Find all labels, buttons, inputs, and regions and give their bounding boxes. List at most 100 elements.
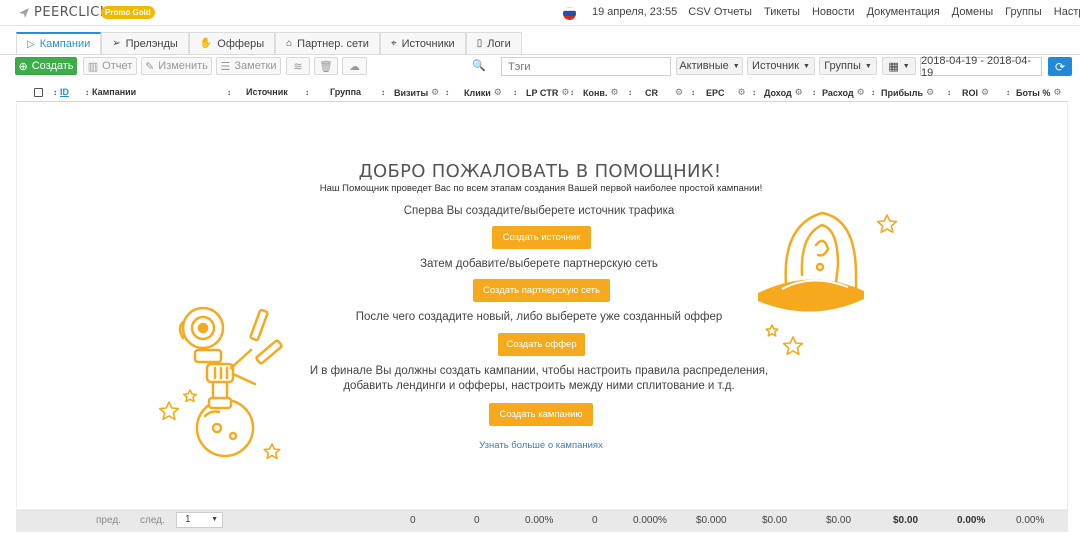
col-bots[interactable]: ↕ Боты % ⚙: [1006, 87, 1061, 98]
step1-text: Сперва Вы создадите/выберете источник тр…: [403, 205, 675, 217]
date-range-input[interactable]: 2018-04-19 - 2018-04-19: [920, 55, 1042, 79]
col-roi[interactable]: ↕ ROI ⚙: [947, 87, 989, 98]
nav-domains[interactable]: Домены: [952, 6, 993, 18]
create-offer-button[interactable]: Создать оффер: [498, 333, 585, 356]
datetime: 19 апреля, 23:55: [592, 6, 678, 18]
gear-icon[interactable]: ⚙: [857, 87, 865, 98]
col-conversions[interactable]: ↕ Конв. ⚙: [570, 87, 619, 98]
create-affiliate-network-button[interactable]: Создать партнерскую сеть: [473, 279, 610, 302]
sort-icon: ↕: [445, 88, 449, 97]
nav-tickets[interactable]: Тикеты: [764, 6, 800, 18]
col-cost[interactable]: ↕ Расход ⚙: [812, 87, 865, 98]
col-source[interactable]: ↕ Источник: [227, 87, 288, 97]
upload-button[interactable]: ☁: [342, 57, 367, 75]
tab-logs[interactable]: ▯ Логи: [465, 32, 522, 54]
col-profit[interactable]: ↕ Прибыль ⚙: [871, 87, 934, 98]
play-icon: ▷: [27, 38, 35, 50]
notes-button[interactable]: ☰ Заметки: [216, 57, 281, 75]
prev-page-link[interactable]: пред.: [96, 515, 121, 526]
gear-icon[interactable]: ⚙: [610, 87, 618, 98]
page-select[interactable]: 1 ▼: [176, 512, 223, 528]
columns-dropdown[interactable]: ▦ ▼: [882, 57, 916, 75]
gear-icon[interactable]: ⚙: [561, 87, 569, 98]
table-footer: пред. след. 1 ▼ 0 0 0.00% 0 0.000% $0.00…: [16, 509, 1068, 532]
gear-icon[interactable]: ⚙: [431, 87, 439, 98]
active-filter-dropdown[interactable]: Активные ▼: [676, 57, 743, 75]
col-visits[interactable]: ↕ Визиты ⚙: [381, 87, 439, 98]
col-group[interactable]: ↕ Группа: [305, 87, 361, 97]
total-roi: 0.00%: [957, 515, 986, 526]
promo-badge: Promo Gold: [101, 6, 155, 19]
total-bots: 0.00%: [1016, 515, 1045, 526]
search-tag-icons: 🔍: [472, 59, 486, 72]
total-profit: $0.00: [893, 515, 919, 526]
tab-prelanders[interactable]: ➢ Прелэнды: [101, 32, 189, 54]
layers-button[interactable]: ≋: [286, 57, 310, 75]
pencil-icon: ✎: [145, 60, 155, 73]
sort-icon: ↕: [227, 87, 231, 97]
nav-csv-reports[interactable]: CSV Отчеты: [688, 6, 752, 18]
paper-plane-icon: ➢: [112, 38, 121, 49]
sort-icon: ↕: [305, 87, 309, 97]
nav-docs[interactable]: Документация: [867, 6, 940, 18]
gear-icon[interactable]: ⚙: [926, 87, 934, 98]
source-filter-dropdown[interactable]: Источник ▼: [747, 57, 815, 75]
tab-sources[interactable]: ⌖ Источники: [379, 32, 466, 54]
gear-icon[interactable]: ⚙: [795, 87, 803, 98]
gear-icon[interactable]: ⚙: [494, 87, 502, 98]
create-button[interactable]: ⊕ Создать: [15, 57, 77, 75]
select-all-checkbox[interactable]: [34, 88, 43, 97]
delete-button[interactable]: 🗑: [314, 57, 338, 75]
caret-down-icon: ▼: [732, 62, 740, 70]
step4-text-line2: добавить лендинги и офферы, настроить ме…: [343, 380, 735, 392]
crosshair-icon: ⌖: [390, 38, 397, 49]
main-tabs: ▷ Кампании ➢ Прелэнды ✋ Офферы ⌂ Партнер…: [16, 32, 522, 54]
cloud-upload-icon: ☁: [349, 60, 360, 73]
refresh-icon: ⟳: [1054, 59, 1066, 74]
col-epc[interactable]: ↕ EPC ⚙: [691, 87, 746, 98]
refresh-button[interactable]: ⟳: [1048, 57, 1072, 76]
gear-icon[interactable]: ⚙: [738, 87, 746, 98]
logo[interactable]: PEERCLICK: [18, 5, 109, 20]
sort-icon: ↕: [628, 88, 632, 97]
nav-groups[interactable]: Группы: [1005, 6, 1042, 18]
logo-text: PEERCLICK: [34, 5, 109, 20]
gear-icon[interactable]: ⚙: [1053, 87, 1061, 98]
col-revenue[interactable]: ↕ Доход ⚙: [752, 87, 803, 98]
russia-flag-icon[interactable]: [563, 7, 576, 20]
sort-icon: ↕: [53, 87, 57, 97]
sort-icon: ↕: [812, 88, 816, 97]
nav-news[interactable]: Новости: [812, 6, 855, 18]
layers-icon: ≋: [293, 60, 303, 73]
tab-affiliate-networks[interactable]: ⌂ Партнер. сети: [275, 32, 380, 54]
col-clicks[interactable]: ↕ Клики ⚙: [445, 87, 502, 98]
astronaut-illustration: [758, 211, 898, 356]
create-source-button[interactable]: Создать источник: [492, 226, 591, 249]
report-button[interactable]: ▥ Отчет: [83, 57, 137, 75]
tab-offers[interactable]: ✋ Офферы: [188, 32, 276, 54]
col-lp-ctr[interactable]: ↕ LP CTR ⚙: [513, 87, 569, 98]
edit-button[interactable]: ✎ Изменить: [141, 57, 212, 75]
caret-down-icon: ▼: [902, 62, 910, 70]
learn-more-link[interactable]: Узнать больше о кампаниях: [0, 440, 1080, 451]
groups-filter-dropdown[interactable]: Группы ▼: [819, 57, 877, 75]
paper-plane-icon: [18, 7, 30, 19]
list-icon: ☰: [220, 60, 231, 73]
caret-down-icon: ▼: [803, 62, 810, 70]
gear-icon[interactable]: ⚙: [981, 87, 989, 98]
hand-icon: ✋: [199, 38, 213, 49]
create-campaign-button[interactable]: Создать кампанию: [489, 403, 593, 426]
home-icon: ⌂: [286, 38, 293, 49]
step3-text: После чего создадите новый, либо выберет…: [355, 311, 723, 323]
tab-divider: [0, 54, 1080, 55]
gear-icon[interactable]: ⚙: [675, 87, 683, 98]
tab-campaigns[interactable]: ▷ Кампании: [16, 32, 102, 54]
col-campaigns[interactable]: ↕ Кампании: [85, 87, 136, 97]
step4-text-line1: И в финале Вы должны создать кампании, ч…: [309, 365, 769, 377]
col-id[interactable]: ↕ ID: [53, 87, 69, 97]
sort-icon: ↕: [85, 87, 89, 97]
col-cr[interactable]: ↕ CR ⚙: [628, 87, 683, 98]
next-page-link[interactable]: след.: [140, 515, 165, 526]
tags-input[interactable]: [501, 57, 671, 76]
nav-settings[interactable]: Настройки: [1054, 6, 1080, 18]
